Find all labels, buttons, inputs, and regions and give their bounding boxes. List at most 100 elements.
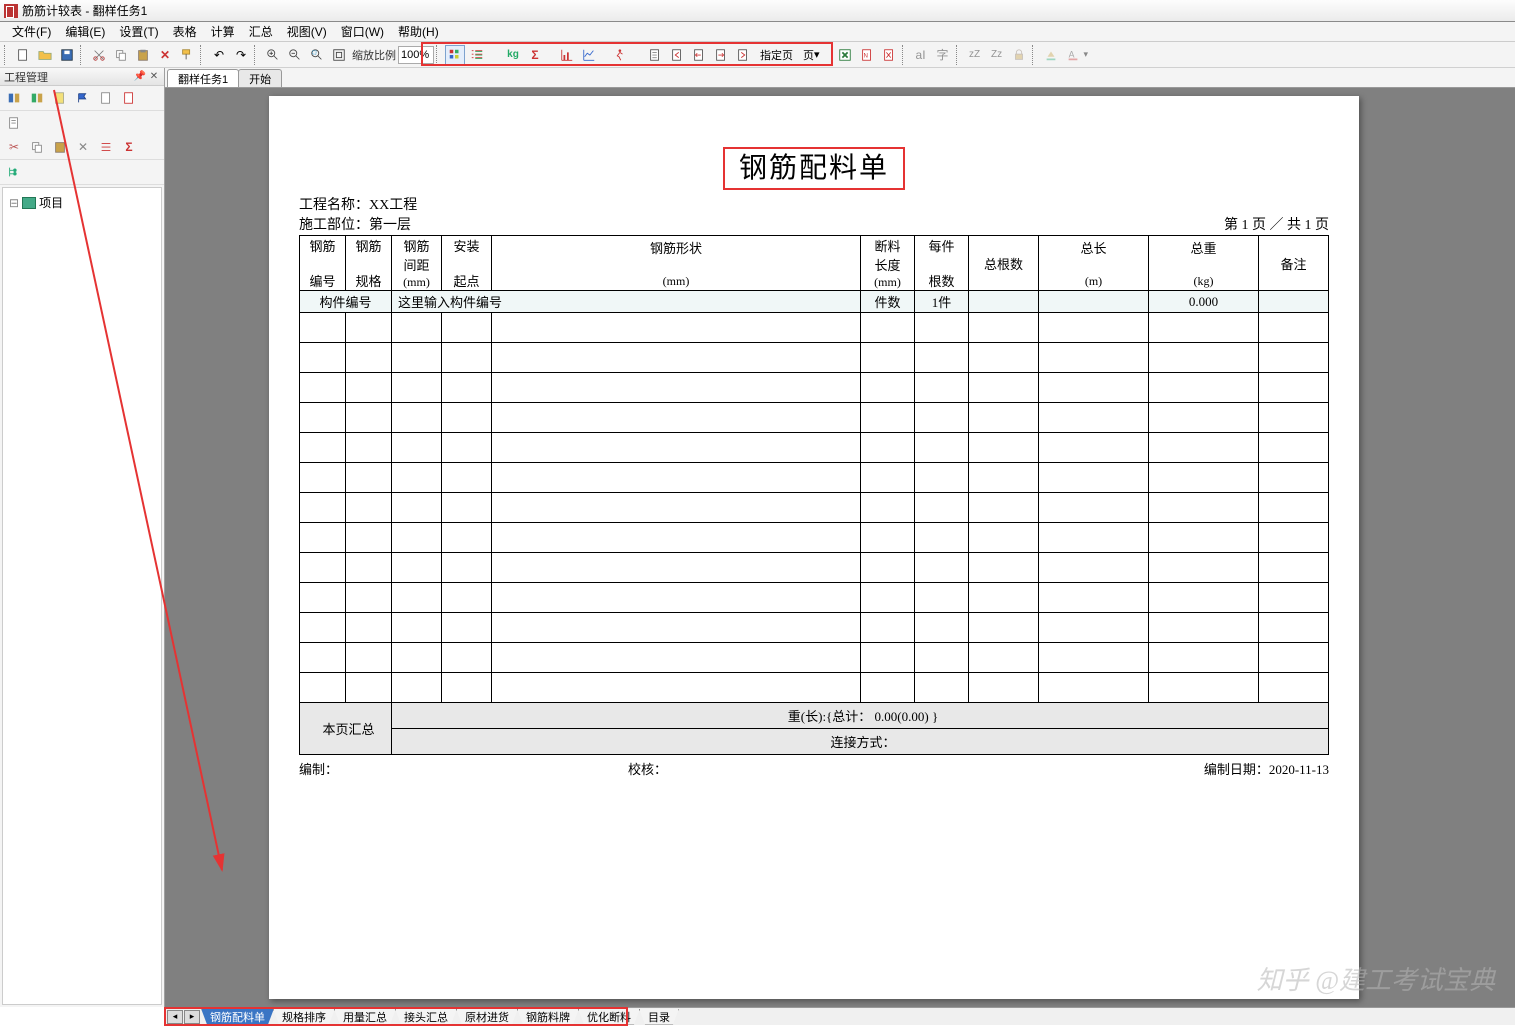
zoom-region-icon[interactable] — [307, 45, 327, 65]
menu-summary[interactable]: 汇总 — [243, 21, 279, 42]
th-install: 安装起点 — [442, 236, 492, 291]
save-icon[interactable] — [57, 45, 77, 65]
table-row[interactable] — [300, 403, 1329, 433]
new-icon[interactable] — [13, 45, 33, 65]
sheet-tab-liaopai[interactable]: 钢筋料牌 — [517, 1009, 579, 1025]
table-row[interactable] — [300, 613, 1329, 643]
table-row[interactable] — [300, 313, 1329, 343]
close-panel-icon[interactable]: ✕ — [148, 71, 160, 83]
delete-icon[interactable]: ✕ — [155, 45, 175, 65]
menu-edit[interactable]: 编辑(E) — [59, 21, 111, 42]
sb-branch-icon[interactable] — [5, 163, 23, 181]
export2-icon[interactable] — [879, 45, 899, 65]
format-painter-icon[interactable] — [177, 45, 197, 65]
table-row[interactable] — [300, 343, 1329, 373]
cell-component-input[interactable]: 这里输入构件编号 — [392, 291, 861, 313]
tree-toggle-icon[interactable]: ⊟ — [9, 196, 19, 210]
zoom-input[interactable] — [398, 46, 434, 64]
component-row[interactable]: 构件编号 这里输入构件编号 件数 1件 0.000 — [300, 291, 1329, 313]
zoom-fit-icon[interactable] — [329, 45, 349, 65]
tool-chart2-icon[interactable] — [579, 45, 599, 65]
tool-sum-icon[interactable]: Σ — [525, 45, 545, 65]
menu-settings[interactable]: 设置(T) — [113, 21, 164, 42]
sb-icon-2[interactable] — [28, 89, 46, 107]
table-row[interactable] — [300, 373, 1329, 403]
sheet-tab-peiliao[interactable]: 钢筋配料单 — [201, 1009, 274, 1025]
rebar-table[interactable]: 钢筋编号 钢筋规格 钢筋间距(mm) 安装起点 钢筋形状(mm) 断料长度(mm… — [299, 235, 1329, 755]
sb-icon-5[interactable] — [97, 89, 115, 107]
sb-icon-6[interactable] — [120, 89, 138, 107]
table-row[interactable] — [300, 493, 1329, 523]
tab-start[interactable]: 开始 — [238, 69, 282, 87]
cell-e3[interactable] — [1259, 291, 1329, 313]
tool-runner-icon[interactable] — [609, 45, 629, 65]
sheet-tab-mulu[interactable]: 目录 — [639, 1009, 679, 1025]
th-totalweight: 总重(kg) — [1149, 236, 1259, 291]
excel-icon[interactable] — [835, 45, 855, 65]
summary-row: 本页汇总 重(长):{总计： 0.00(0.00) } — [300, 703, 1329, 729]
undo-icon[interactable]: ↶ — [209, 45, 229, 65]
cell-pieces-value[interactable]: 1件 — [915, 291, 969, 313]
page-info: 第 1 页 ／ 共 1 页 — [1224, 214, 1329, 234]
menu-help[interactable]: 帮助(H) — [392, 21, 445, 42]
tree-item-project[interactable]: ⊟ 项目 — [9, 192, 155, 213]
tool-page-first-icon[interactable] — [667, 45, 687, 65]
sheet-tab-jietou[interactable]: 接头汇总 — [395, 1009, 457, 1025]
tool-chart1-icon[interactable] — [557, 45, 577, 65]
sb-cut-icon[interactable]: ✂ — [5, 138, 23, 156]
sheet-tab-yuancai[interactable]: 原材进货 — [456, 1009, 518, 1025]
tool-page-prev-icon[interactable] — [689, 45, 709, 65]
table-row[interactable] — [300, 463, 1329, 493]
zoom-in-icon[interactable] — [263, 45, 283, 65]
cell-e2[interactable] — [1039, 291, 1149, 313]
sb-icon-4[interactable] — [74, 89, 92, 107]
export1-icon[interactable]: N — [857, 45, 877, 65]
table-row[interactable] — [300, 583, 1329, 613]
menu-calc[interactable]: 计算 — [205, 21, 241, 42]
sb-copy-icon[interactable] — [28, 138, 46, 156]
tab-task1[interactable]: 翻样任务1 — [167, 69, 239, 87]
sb-delete-icon[interactable]: ✕ — [74, 138, 92, 156]
tab-nav-prev-icon[interactable]: ▸ — [184, 1010, 200, 1024]
table-row[interactable] — [300, 553, 1329, 583]
tool-list-icon[interactable] — [467, 45, 487, 65]
copy-icon[interactable] — [111, 45, 131, 65]
page-dropdown[interactable]: 页 ▾ — [800, 45, 823, 65]
tool-page1-icon[interactable] — [645, 45, 665, 65]
th-perpiece: 每件根数 — [915, 236, 969, 291]
goto-page-button[interactable]: 指定页 — [755, 45, 798, 65]
th-shape: 钢筋形状(mm) — [492, 236, 861, 291]
table-row[interactable] — [300, 523, 1329, 553]
project-tree[interactable]: ⊟ 项目 — [2, 187, 162, 1005]
redo-icon[interactable]: ↷ — [231, 45, 251, 65]
cut-icon[interactable] — [89, 45, 109, 65]
cell-weight-value[interactable]: 0.000 — [1149, 291, 1259, 313]
sb-icon-3[interactable] — [51, 89, 69, 107]
sb-sigma-icon[interactable]: Σ — [120, 138, 138, 156]
pin-icon[interactable]: 📌 — [134, 71, 146, 83]
table-row[interactable] — [300, 643, 1329, 673]
menu-table[interactable]: 表格 — [167, 21, 203, 42]
tool-page-next-icon[interactable] — [711, 45, 731, 65]
paste-icon[interactable] — [133, 45, 153, 65]
tool-kg-icon[interactable]: kg — [503, 45, 523, 65]
document-canvas[interactable]: 钢筋配料单 工程名称：XX工程 施工部位：第一层 第 1 页 ／ 共 1 页 钢… — [165, 88, 1515, 1007]
menu-window[interactable]: 窗口(W) — [335, 21, 390, 42]
sheet-tab-yongliang[interactable]: 用量汇总 — [334, 1009, 396, 1025]
tool-page-last-icon[interactable] — [733, 45, 753, 65]
menu-view[interactable]: 视图(V) — [281, 21, 333, 42]
tool-color-a-icon[interactable] — [445, 45, 465, 65]
sheet-tab-guige[interactable]: 规格排序 — [273, 1009, 335, 1025]
menu-file[interactable]: 文件(F) — [6, 21, 57, 42]
cell-e1[interactable] — [969, 291, 1039, 313]
open-icon[interactable] — [35, 45, 55, 65]
table-row[interactable] — [300, 433, 1329, 463]
table-row[interactable] — [300, 673, 1329, 703]
sheet-tab-youhua[interactable]: 优化断料 — [578, 1009, 640, 1025]
sb-icon-7[interactable] — [5, 114, 23, 132]
sb-icon-1[interactable] — [5, 89, 23, 107]
sb-list-icon[interactable] — [97, 138, 115, 156]
sb-paste-icon[interactable] — [51, 138, 69, 156]
tab-nav-first-icon[interactable]: ◂ — [167, 1010, 183, 1024]
zoom-out-icon[interactable] — [285, 45, 305, 65]
